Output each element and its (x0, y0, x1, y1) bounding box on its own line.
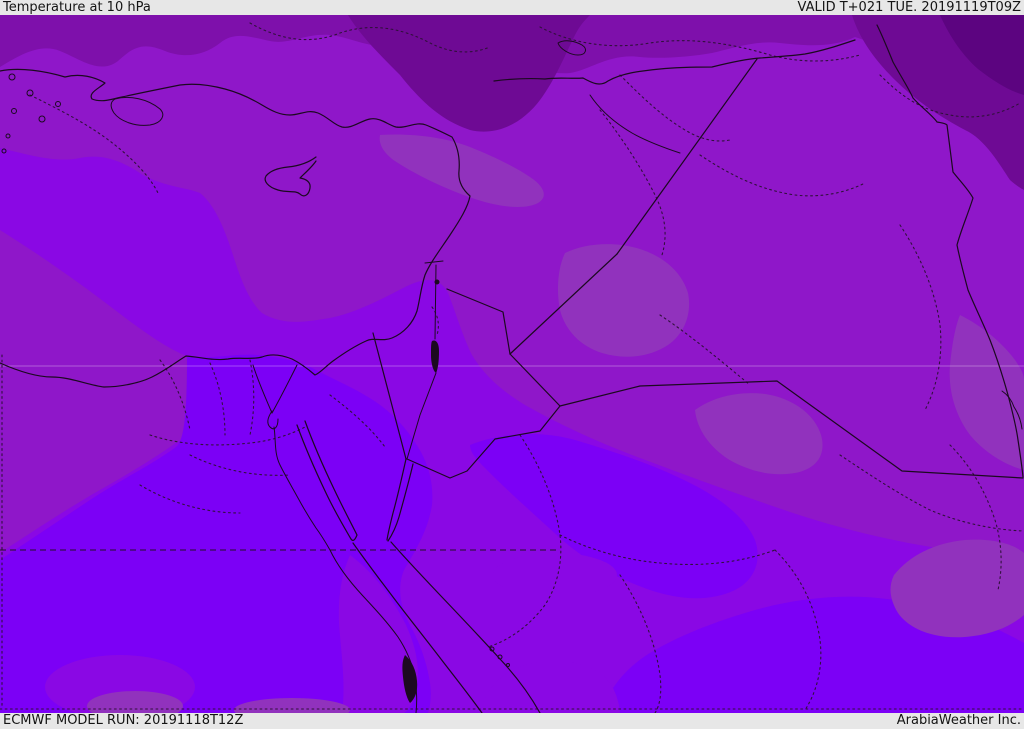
weather-map (0, 15, 1024, 713)
weather-app-screenshot: { "header": { "title": "Temperature at 1… (0, 0, 1024, 729)
model-run-label: ECMWF MODEL RUN: 20191118T12Z (3, 713, 244, 728)
attribution-label: ArabiaWeather Inc. (896, 713, 1021, 728)
temp-patch-violet-nsaudi (493, 553, 617, 597)
map-title: Temperature at 10 hPa (3, 0, 151, 15)
valid-time-label: VALID T+021 TUE. 20191119T09Z (797, 0, 1021, 15)
footer-bar: ECMWF MODEL RUN: 20191118T12Z ArabiaWeat… (0, 713, 1024, 729)
header-bar: Temperature at 10 hPa VALID T+021 TUE. 2… (0, 0, 1024, 15)
